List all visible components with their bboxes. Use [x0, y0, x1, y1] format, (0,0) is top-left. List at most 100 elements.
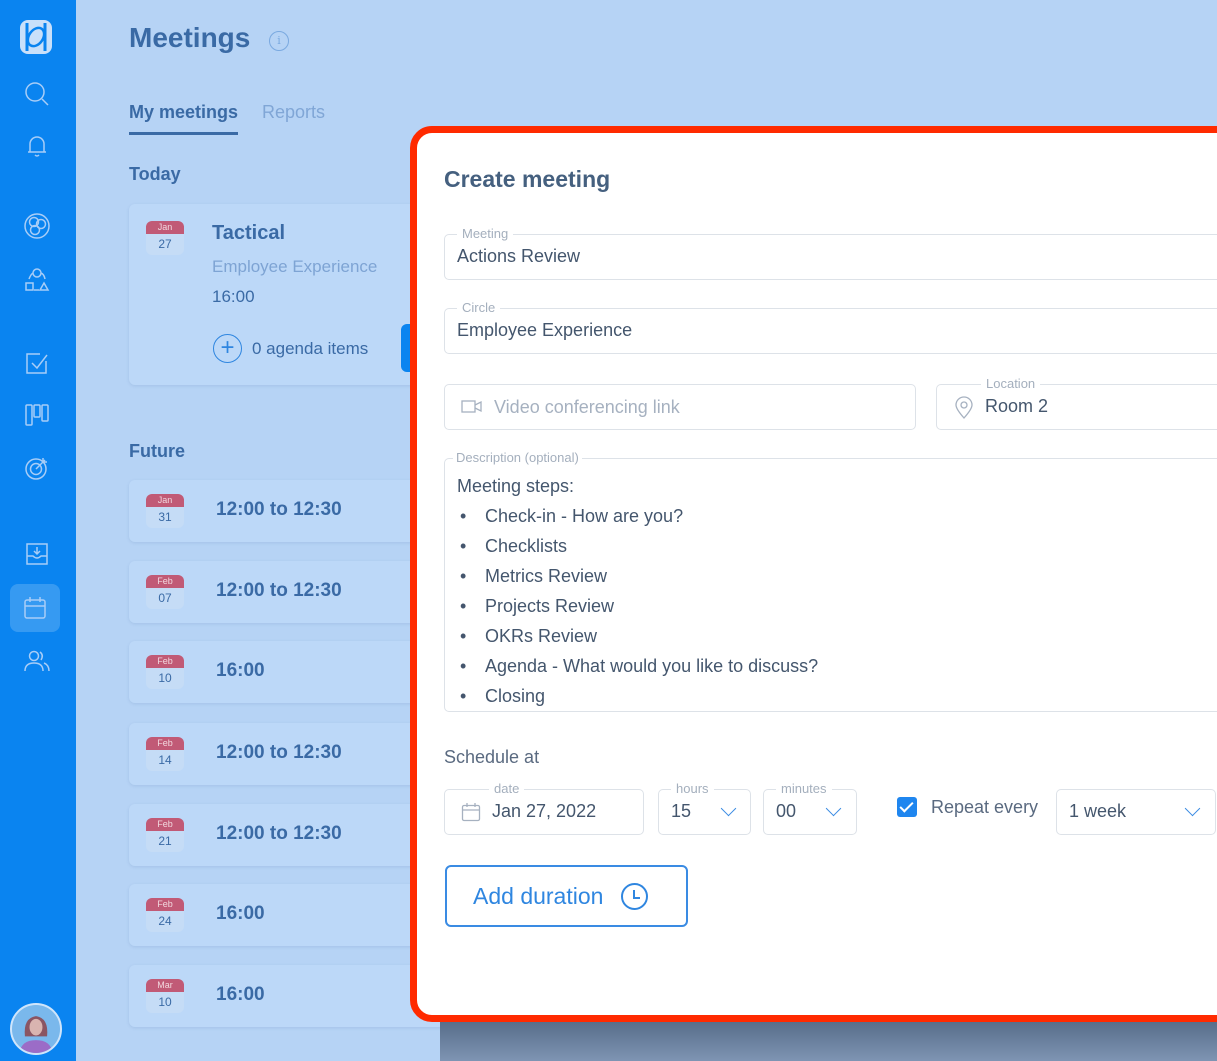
add-duration-label: Add duration	[473, 882, 604, 909]
description-step: Agenda - What would you like to discuss?	[457, 651, 818, 681]
description-step: Check-in - How are you?	[457, 501, 818, 531]
calendar-day: 07	[158, 591, 172, 605]
calendar-badge: Feb 21	[146, 818, 184, 852]
app-logo-icon[interactable]	[19, 19, 53, 55]
add-agenda-icon[interactable]: +	[213, 334, 242, 363]
future-heading: Future	[129, 441, 185, 461]
calendar-day: 24	[158, 914, 172, 928]
future-meeting-card[interactable]: Feb 10 16:00	[129, 641, 449, 703]
meeting-time: 12:00 to 12:30	[216, 742, 342, 763]
chevron-down-icon	[1184, 800, 1201, 817]
circle-field[interactable]: Circle Employee Experience	[444, 300, 1217, 354]
calendar-month: Mar	[146, 979, 184, 992]
meeting-name-field[interactable]: Meeting Actions Review	[444, 226, 1217, 280]
location-field[interactable]: Location Room 2	[936, 376, 1217, 430]
tab-my-meetings[interactable]: My meetings	[129, 102, 239, 135]
meeting-time: 16:00	[216, 660, 265, 681]
video-link-input[interactable]: Video conferencing link	[444, 384, 916, 430]
future-meeting-card[interactable]: Mar 10 16:00	[129, 965, 449, 1027]
calendar-month: Feb	[146, 818, 184, 831]
calendar-day: 21	[158, 834, 172, 848]
meeting-title: Tactical	[212, 222, 285, 244]
repeat-interval-value: 1 week	[1069, 801, 1127, 821]
description-textarea[interactable]: Description (optional) Meeting steps: Ch…	[444, 450, 1217, 712]
repeat-checkbox[interactable]	[897, 797, 917, 817]
future-meeting-card[interactable]: Jan 31 12:00 to 12:30	[129, 480, 449, 542]
circle-field-label: Circle	[457, 300, 501, 315]
meeting-time: 12:00 to 12:30	[216, 580, 342, 601]
calendar-month: Feb	[146, 575, 184, 588]
description-step: Checklists	[457, 531, 818, 561]
description-steps: Check-in - How are you?ChecklistsMetrics…	[457, 501, 818, 711]
calendar-badge: Feb 07	[146, 575, 184, 609]
repeat-label[interactable]: Repeat every	[931, 797, 1038, 818]
kanban-icon[interactable]	[13, 391, 61, 439]
page-title: Meetings	[129, 22, 251, 53]
future-meeting-card[interactable]: Feb 21 12:00 to 12:30	[129, 804, 449, 866]
minutes-select[interactable]: minutes 00	[763, 781, 857, 835]
video-camera-icon	[461, 400, 482, 413]
agenda-count[interactable]: 0 agenda items	[252, 339, 368, 359]
calendar-badge: Jan 27	[146, 221, 184, 255]
calendar-month: Feb	[146, 898, 184, 911]
calendar-day: 10	[158, 995, 172, 1009]
bell-icon[interactable]	[13, 122, 61, 170]
calendar-badge: Feb 10	[146, 655, 184, 689]
calendar-day: 10	[158, 671, 172, 685]
location-pin-icon	[955, 396, 973, 419]
modal-shadow	[440, 1020, 1217, 1061]
meeting-time: 12:00 to 12:30	[216, 823, 342, 844]
sidebar	[0, 0, 76, 1061]
calendar-icon	[461, 803, 481, 822]
inbox-icon[interactable]	[13, 530, 61, 578]
dialog-title: Create meeting	[444, 166, 611, 192]
future-meeting-card[interactable]: Feb 07 12:00 to 12:30	[129, 561, 449, 623]
tab-reports[interactable]: Reports	[262, 102, 325, 123]
meeting-time: 16:00	[212, 287, 255, 306]
calendar-month: Jan	[146, 221, 184, 234]
description-step: Closing	[457, 681, 818, 711]
today-meeting-card[interactable]: Jan 27 Tactical Employee Experience 16:0…	[129, 204, 449, 385]
minutes-value: 00	[776, 801, 797, 821]
meeting-field-label: Meeting	[457, 226, 514, 241]
checklist-icon[interactable]	[13, 339, 61, 387]
calendar-icon[interactable]	[10, 584, 60, 632]
calendar-badge: Feb 14	[146, 737, 184, 771]
calendar-badge: Feb 24	[146, 898, 184, 932]
user-avatar[interactable]	[10, 1003, 62, 1055]
location-field-label: Location	[981, 376, 1041, 391]
calendar-day: 27	[158, 237, 172, 251]
people-icon[interactable]	[13, 637, 61, 685]
chevron-down-icon	[720, 800, 737, 817]
description-step: Projects Review	[457, 591, 818, 621]
target-icon[interactable]	[13, 444, 61, 492]
meeting-time: 16:00	[216, 984, 265, 1005]
description-label: Description (optional)	[453, 450, 582, 465]
calendar-badge: Mar 10	[146, 979, 184, 1013]
search-icon[interactable]	[13, 70, 61, 118]
description-step: Metrics Review	[457, 561, 818, 591]
location-field-value: Room 2	[985, 396, 1049, 416]
date-picker[interactable]: date Jan 27, 2022	[444, 781, 644, 835]
today-heading: Today	[129, 164, 181, 184]
video-link-placeholder: Video conferencing link	[494, 397, 680, 417]
chevron-down-icon	[825, 800, 842, 817]
meeting-time: 16:00	[216, 903, 265, 924]
hours-select[interactable]: hours 15	[658, 781, 751, 835]
calendar-day: 31	[158, 510, 172, 524]
calendar-day: 14	[158, 753, 172, 767]
future-meeting-card[interactable]: Feb 14 12:00 to 12:30	[129, 723, 449, 785]
minutes-label: minutes	[776, 781, 832, 796]
add-duration-button[interactable]: Add duration	[445, 865, 688, 927]
date-value: Jan 27, 2022	[492, 801, 597, 821]
future-meeting-card[interactable]: Feb 24 16:00	[129, 884, 449, 946]
date-label: date	[489, 781, 525, 796]
circles-icon[interactable]	[13, 202, 61, 250]
repeat-interval-select[interactable]: 1 week	[1056, 789, 1216, 835]
calendar-month: Jan	[146, 494, 184, 507]
description-heading: Meeting steps:	[457, 476, 575, 496]
create-meeting-dialog: Create meeting Meeting Actions Review Ci…	[410, 126, 1217, 1022]
roles-icon[interactable]	[13, 256, 61, 304]
info-icon[interactable]: i	[269, 31, 289, 51]
meeting-time: 12:00 to 12:30	[216, 499, 342, 520]
